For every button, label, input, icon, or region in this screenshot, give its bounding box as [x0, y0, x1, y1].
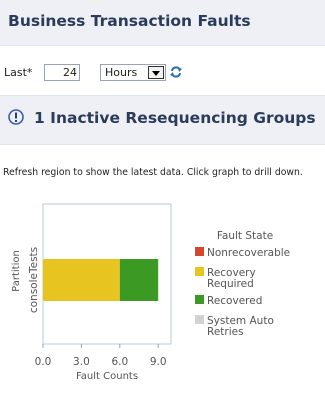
chevron-down-icon[interactable]	[148, 66, 164, 79]
x-tick-label: 0.0	[35, 356, 52, 368]
x-tick-label: 6.0	[111, 356, 128, 368]
legend-swatch	[195, 295, 204, 304]
time-unit-select[interactable]: Hours	[100, 64, 166, 81]
time-count-input[interactable]	[44, 64, 80, 81]
section-title: 1 Inactive Resequencing Groups	[34, 109, 316, 127]
legend-swatch	[195, 267, 204, 276]
legend-title: Fault State	[217, 230, 273, 242]
last-label: Last*	[4, 66, 33, 79]
section-header: 1 Inactive Resequencing Groups	[0, 95, 325, 145]
page-title: Business Transaction Faults	[8, 12, 251, 30]
category-label: consoleTests	[28, 247, 40, 313]
legend-label: Retries	[207, 326, 244, 338]
fault-chart-svg[interactable]: 0.0 3.0 6.0 9.0 Fault Counts Partition console…	[0, 188, 325, 396]
hint-text: Refresh region to show the latest data. …	[3, 167, 303, 178]
page-header: Business Transaction Faults	[0, 0, 325, 46]
fault-chart[interactable]: 0.0 3.0 6.0 9.0 Fault Counts Partition console…	[0, 188, 325, 396]
refresh-icon[interactable]	[169, 65, 183, 79]
legend-swatch	[195, 247, 204, 256]
time-filter: Last* Hours	[4, 63, 324, 83]
time-unit-value: Hours	[105, 66, 138, 79]
legend-label: Required	[207, 278, 254, 290]
legend-label: Recovered	[207, 295, 262, 307]
legend-swatch	[195, 315, 204, 324]
legend-label: Nonrecoverable	[207, 247, 290, 259]
y-axis-label: Partition	[11, 250, 22, 292]
x-tick-label: 3.0	[73, 356, 90, 368]
info-icon	[8, 109, 24, 125]
x-tick-label: 9.0	[150, 356, 167, 368]
bar-recovered[interactable]	[119, 259, 159, 301]
bar-recovery-required[interactable]	[43, 259, 120, 301]
x-axis-label: Fault Counts	[76, 371, 138, 382]
